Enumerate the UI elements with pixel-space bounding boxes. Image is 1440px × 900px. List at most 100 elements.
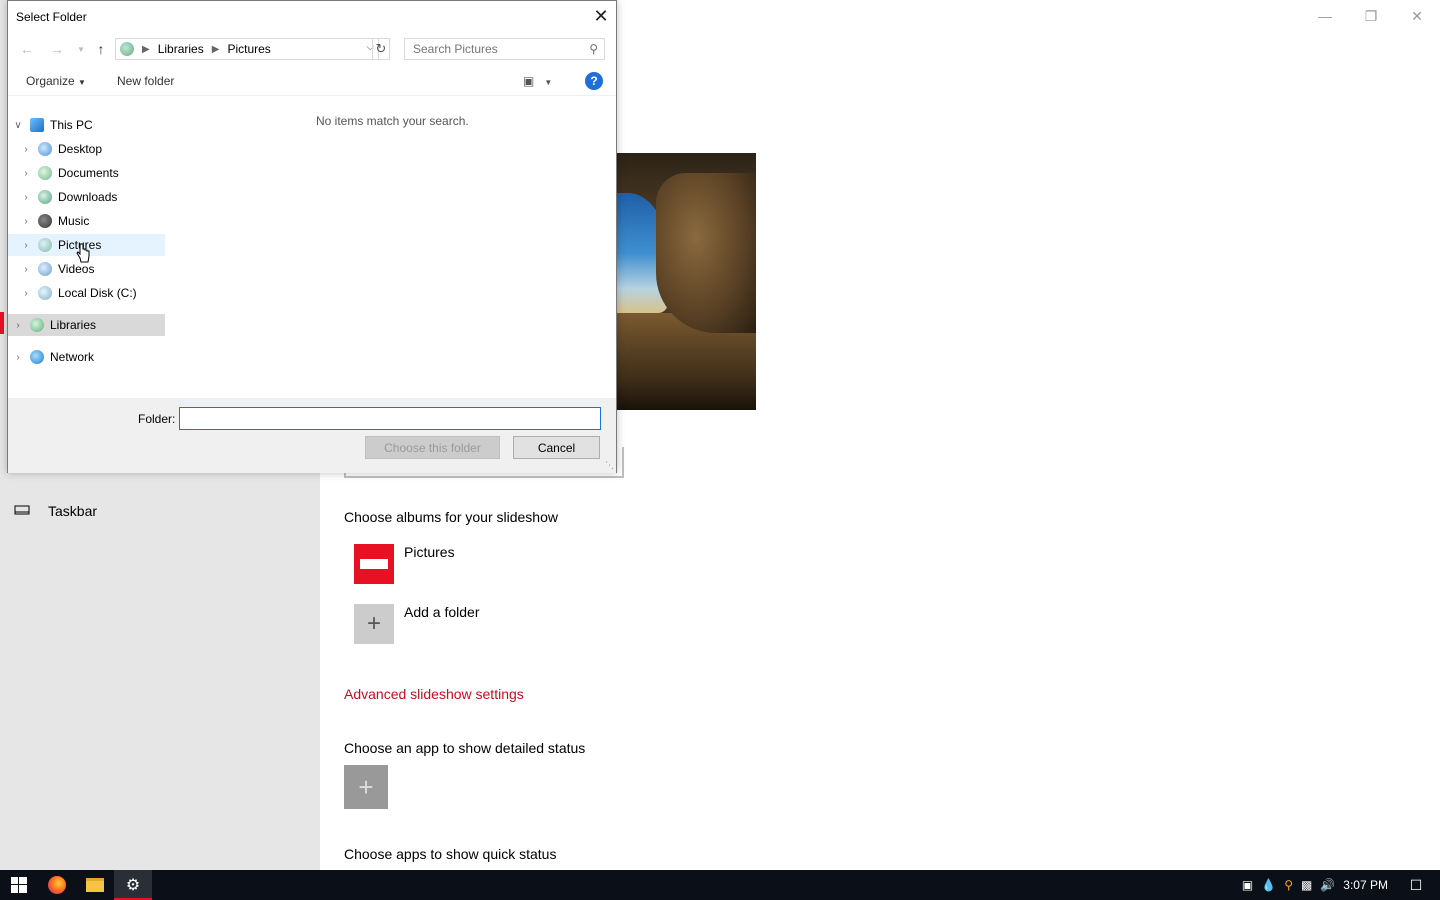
tree-item-label: Desktop xyxy=(58,142,103,156)
search-tray-icon[interactable]: ⚲ xyxy=(1284,878,1293,892)
tree-item-label: Videos xyxy=(58,262,95,276)
close-window-icon[interactable]: ✕ xyxy=(1394,0,1440,32)
tree-item-label: Documents xyxy=(58,166,119,180)
view-options-button[interactable]: ▣ ▼ xyxy=(523,74,552,88)
tree-item-downloads[interactable]: › Downloads xyxy=(8,186,165,208)
cancel-button[interactable]: Cancel xyxy=(513,436,600,459)
libraries-icon xyxy=(120,42,134,56)
address-bar[interactable]: ▶ Libraries ▶ Pictures ⌵ xyxy=(115,38,379,60)
taskbar-clock[interactable]: 3:07 PM xyxy=(1343,878,1388,892)
dialog-title: Select Folder xyxy=(16,9,87,24)
notification-icon[interactable]: ☐ xyxy=(1396,877,1436,894)
chevron-right-icon: ▶ xyxy=(211,43,220,55)
desktop-icon xyxy=(38,142,52,156)
album-pictures[interactable]: Pictures xyxy=(354,544,455,584)
help-icon[interactable]: ? xyxy=(585,72,603,90)
search-input[interactable] xyxy=(413,42,573,56)
selected-accent-bar xyxy=(0,312,4,334)
add-detailed-app-button[interactable]: + xyxy=(344,765,388,809)
tree-item-label: Local Disk (C:) xyxy=(58,286,137,300)
tree-item-network[interactable]: › Network xyxy=(8,346,165,368)
documents-icon xyxy=(38,166,52,180)
dialog-close-icon[interactable]: ✕ xyxy=(586,2,616,32)
breadcrumb-pictures[interactable]: Pictures xyxy=(227,42,270,56)
tree-item-label: Music xyxy=(58,214,90,228)
videos-icon xyxy=(38,262,52,276)
pictures-icon xyxy=(38,238,52,252)
tree-item-local-disk[interactable]: › Local Disk (C:) xyxy=(8,282,165,304)
sidebar-item-taskbar[interactable]: Taskbar xyxy=(14,503,97,519)
folder-icon xyxy=(86,878,104,892)
tray-app-icon[interactable]: ▣ xyxy=(1242,878,1253,892)
chevron-right-icon[interactable]: › xyxy=(20,216,32,227)
system-tray: ▣ 💧 ⚲ ▩ 🔊 3:07 PM ☐ xyxy=(1238,870,1440,900)
taskbar-icon xyxy=(14,505,30,515)
breadcrumb-libraries[interactable]: Libraries xyxy=(158,42,204,56)
minimize-icon[interactable]: — xyxy=(1302,0,1348,32)
detailed-status-title: Choose an app to show detailed status xyxy=(344,740,586,756)
new-folder-button[interactable]: New folder xyxy=(117,74,174,88)
dialog-titlebar: Select Folder ✕ xyxy=(8,1,616,32)
search-box[interactable]: ⚲ xyxy=(404,38,605,60)
tree-item-documents[interactable]: › Documents xyxy=(8,162,165,184)
chevron-right-icon[interactable]: › xyxy=(20,168,32,179)
start-button[interactable] xyxy=(0,870,38,900)
hand-cursor-icon xyxy=(76,243,90,263)
firefox-icon xyxy=(48,876,66,894)
droplet-icon[interactable]: 💧 xyxy=(1261,878,1276,892)
settings-taskbar-button[interactable]: ⚙ xyxy=(114,870,152,900)
advanced-slideshow-link[interactable]: Advanced slideshow settings xyxy=(344,686,524,702)
firefox-taskbar-button[interactable] xyxy=(38,870,76,900)
tree-item-libraries[interactable]: › Libraries xyxy=(8,314,165,336)
resize-grip-icon[interactable]: ⋱ xyxy=(605,460,614,471)
back-arrow-icon[interactable]: ← xyxy=(16,38,38,60)
tree-item-desktop[interactable]: › Desktop xyxy=(8,138,165,160)
windows-taskbar: ⚙ ▣ 💧 ⚲ ▩ 🔊 3:07 PM ☐ xyxy=(0,870,1440,900)
album-label: Pictures xyxy=(404,544,455,560)
folder-name-input[interactable] xyxy=(179,407,601,430)
chevron-right-icon[interactable]: › xyxy=(20,240,32,251)
empty-results-message: No items match your search. xyxy=(316,114,469,128)
pictures-album-icon xyxy=(354,544,394,584)
network-tray-icon[interactable]: ▩ xyxy=(1301,878,1312,892)
albums-title: Choose albums for your slideshow xyxy=(344,509,558,525)
quick-status-title: Choose apps to show quick status xyxy=(344,846,557,862)
choose-folder-button[interactable]: Choose this folder xyxy=(365,436,500,459)
chevron-right-icon[interactable]: › xyxy=(12,320,24,331)
select-folder-dialog: Select Folder ✕ ← → ▼ ↑ ▶ Libraries ▶ Pi… xyxy=(7,0,617,473)
dialog-toolbar: Organize ▼ New folder ▣ ▼ ? xyxy=(8,70,616,96)
chevron-right-icon[interactable]: › xyxy=(20,144,32,155)
chevron-right-icon[interactable]: › xyxy=(20,288,32,299)
plus-icon: + xyxy=(354,604,394,644)
chevron-right-icon[interactable]: › xyxy=(12,352,24,363)
disk-icon xyxy=(38,286,52,300)
gear-icon: ⚙ xyxy=(125,877,141,894)
tree-item-label: Network xyxy=(50,350,95,364)
music-icon xyxy=(38,214,52,228)
window-controls: — ❐ ✕ xyxy=(1302,0,1440,32)
volume-icon[interactable]: 🔊 xyxy=(1320,878,1335,892)
chevron-right-icon[interactable]: › xyxy=(20,264,32,275)
file-explorer-taskbar-button[interactable] xyxy=(76,870,114,900)
tree-item-this-pc[interactable]: ∨ This PC xyxy=(8,114,165,136)
downloads-icon xyxy=(38,190,52,204)
pc-icon xyxy=(30,118,44,132)
tree-item-music[interactable]: › Music xyxy=(8,210,165,232)
add-folder-label: Add a folder xyxy=(404,604,480,620)
background-preview-image xyxy=(616,153,756,410)
chevron-down-icon: ▼ xyxy=(78,78,86,87)
organize-button[interactable]: Organize ▼ xyxy=(26,74,86,88)
dialog-footer: Folder: Choose this folder Cancel ⋱ xyxy=(8,398,616,473)
up-arrow-icon[interactable]: ↑ xyxy=(90,38,112,60)
refresh-icon[interactable]: ↻ xyxy=(372,38,390,60)
add-folder-button[interactable]: + Add a folder xyxy=(354,604,480,644)
network-icon xyxy=(30,350,44,364)
search-icon: ⚲ xyxy=(589,42,598,56)
chevron-down-icon[interactable]: ∨ xyxy=(12,120,24,131)
forward-arrow-icon[interactable]: → xyxy=(46,38,68,60)
libraries-icon xyxy=(30,318,44,332)
tree-item-label: Libraries xyxy=(50,318,97,332)
restore-icon[interactable]: ❐ xyxy=(1348,0,1394,32)
chevron-right-icon[interactable]: › xyxy=(20,192,32,203)
recent-locations-icon[interactable]: ▼ xyxy=(70,38,92,60)
